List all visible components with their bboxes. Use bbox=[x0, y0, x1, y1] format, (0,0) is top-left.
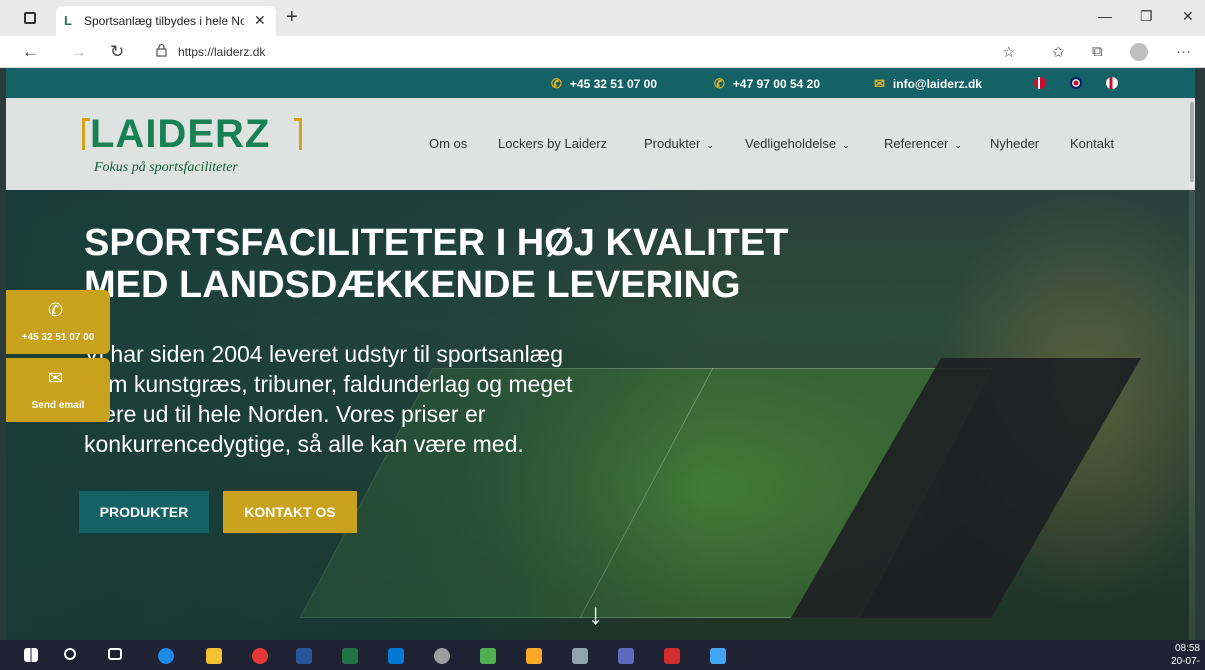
side-call-button[interactable]: ✆ +45 32 51 07 00 bbox=[6, 290, 110, 354]
browser-tab[interactable]: L Sportsanlæg tilbydes i hele Nord ✕ bbox=[56, 6, 276, 36]
eset-icon[interactable] bbox=[434, 648, 450, 664]
chart-app-icon[interactable] bbox=[710, 648, 726, 664]
mail-icon: ✉ bbox=[874, 76, 885, 91]
hero-lead-line-3: mere ud til hele Norden. Vores priser er bbox=[84, 401, 486, 427]
hero-headline-line-2: MED LANDSDÆKKENDE LEVERING bbox=[84, 264, 741, 306]
file-explorer-icon[interactable] bbox=[206, 648, 222, 664]
nav-kontakt[interactable]: Kontakt bbox=[1070, 136, 1114, 151]
windows-start-icon[interactable] bbox=[24, 648, 38, 662]
website-viewport: ✆ +45 32 51 07 00 ✆ +47 97 00 54 20 ✉ info@… bbox=[6, 68, 1195, 640]
kontakt-os-button[interactable]: KONTAKT OS bbox=[223, 491, 357, 533]
nav-referencer-label: Referencer bbox=[884, 136, 949, 151]
produkter-button[interactable]: PRODUKTER bbox=[79, 491, 209, 533]
chevron-down-icon: ⌄ bbox=[954, 140, 962, 150]
nav-lockers[interactable]: Lockers by Laiderz bbox=[498, 136, 607, 151]
site-favicon-icon: L bbox=[64, 13, 72, 28]
browser-tab-bar: L Sportsanlæg tilbydes i hele Nord ✕ + —… bbox=[0, 0, 1205, 36]
phone-icon: ✆ bbox=[48, 300, 64, 320]
word-icon[interactable] bbox=[296, 648, 312, 664]
read-aloud-icon[interactable]: ☆ bbox=[1002, 43, 1015, 61]
hero-lead-line-4: konkurrencedygtige, så alle kan være med… bbox=[84, 431, 524, 457]
nav-produkter[interactable]: Produkter ⌄ bbox=[644, 136, 714, 151]
chevron-down-icon: ⌄ bbox=[706, 140, 714, 150]
topbar-email[interactable]: ✉ info@laiderz.dk bbox=[874, 76, 982, 92]
logo-name: LAIDERZ bbox=[90, 112, 271, 156]
outlook-icon[interactable] bbox=[388, 648, 404, 664]
hero-lead-line-2: som kunstgræs, tribuner, faldunderlag og… bbox=[84, 371, 573, 397]
nav-om-os[interactable]: Om os bbox=[429, 136, 467, 151]
side-mail-label: Send email bbox=[31, 400, 85, 411]
hero-lead: Vi har siden 2004 leveret udstyr til spo… bbox=[84, 339, 684, 459]
phone-no-text: +47 97 00 54 20 bbox=[732, 77, 820, 91]
lock-icon bbox=[156, 44, 167, 57]
nav-vedligeholdelse-label: Vedligeholdelse bbox=[745, 136, 837, 151]
address-bar: ← → ↻ https://laiderz.dk ☆ ✩ ⧉ ··· bbox=[0, 36, 1205, 68]
mail-icon: ✉ bbox=[48, 368, 64, 388]
favorites-icon[interactable]: ✩ bbox=[1052, 43, 1065, 61]
scrollbar-thumb[interactable] bbox=[1190, 102, 1194, 182]
forward-icon[interactable]: → bbox=[70, 42, 87, 62]
logo-tagline: Fokus på sportsfaciliteter bbox=[94, 160, 238, 175]
app-s-icon[interactable] bbox=[480, 648, 496, 664]
url-input[interactable]: https://laiderz.dk bbox=[178, 45, 265, 59]
chrome-icon[interactable] bbox=[252, 648, 268, 664]
nav-vedligeholdelse[interactable]: Vedligeholdelse ⌄ bbox=[745, 136, 850, 151]
flag-uk-icon[interactable] bbox=[1070, 77, 1082, 89]
sticky-notes-icon[interactable] bbox=[526, 648, 542, 664]
back-icon[interactable]: ← bbox=[22, 42, 39, 62]
clock-date: 20-07-2021 bbox=[1171, 656, 1200, 670]
minimize-icon[interactable]: — bbox=[1098, 8, 1112, 24]
hero-headline-line-1: SPORTSFACILITETER I HØJ KVALITET bbox=[84, 222, 789, 264]
phone-dk-text: +45 32 51 07 00 bbox=[569, 77, 657, 91]
snipping-tool-icon[interactable] bbox=[572, 648, 588, 664]
acrobat-icon[interactable] bbox=[664, 648, 680, 664]
flag-denmark-icon[interactable] bbox=[1034, 77, 1046, 89]
logo-bracket-left bbox=[82, 118, 90, 150]
excel-icon[interactable] bbox=[342, 648, 358, 664]
more-menu-icon[interactable]: ··· bbox=[1176, 43, 1191, 60]
phone-icon: ✆ bbox=[551, 76, 562, 91]
tab-title: Sportsanlæg tilbydes i hele Nord bbox=[84, 14, 244, 28]
phone-icon: ✆ bbox=[714, 76, 725, 91]
site-logo[interactable]: LAIDERZ bbox=[82, 112, 307, 158]
hero-headline: SPORTSFACILITETER I HØJ KVALITET MED LAN… bbox=[84, 222, 844, 306]
profile-avatar[interactable] bbox=[1130, 43, 1148, 61]
search-icon[interactable] bbox=[64, 648, 76, 660]
close-window-icon[interactable]: ✕ bbox=[1182, 8, 1194, 25]
tab-close-icon[interactable]: ✕ bbox=[254, 12, 266, 29]
nav-nyheder[interactable]: Nyheder bbox=[990, 136, 1039, 151]
topbar-phone-no[interactable]: ✆ +47 97 00 54 20 bbox=[714, 76, 820, 92]
collections-icon[interactable]: ⧉ bbox=[1092, 43, 1103, 60]
clock-time: 08:58 bbox=[1174, 643, 1200, 654]
refresh-icon[interactable]: ↻ bbox=[110, 42, 124, 62]
scroll-down-arrow-icon[interactable]: ↓ bbox=[588, 598, 603, 632]
side-call-label: +45 32 51 07 00 bbox=[21, 332, 95, 343]
flag-faroe-icon[interactable] bbox=[1106, 77, 1118, 89]
edge-icon[interactable] bbox=[158, 648, 174, 664]
nav-produkter-label: Produkter bbox=[644, 136, 701, 151]
windows-taskbar: 08:58 20-07-2021 bbox=[0, 640, 1205, 670]
email-text: info@laiderz.dk bbox=[892, 77, 982, 91]
new-tab-icon[interactable]: + bbox=[286, 6, 298, 29]
nav-referencer[interactable]: Referencer ⌄ bbox=[884, 136, 962, 151]
system-clock[interactable]: 08:58 20-07-2021 bbox=[1150, 642, 1200, 670]
task-view-icon[interactable] bbox=[108, 648, 122, 660]
side-email-button[interactable]: ✉ Send email bbox=[6, 358, 110, 422]
restore-icon[interactable]: ❐ bbox=[1140, 8, 1153, 25]
tab-actions-icon[interactable] bbox=[24, 12, 36, 24]
logo-bracket-right bbox=[294, 118, 302, 150]
chevron-down-icon: ⌄ bbox=[842, 140, 850, 150]
contact-topbar: ✆ +45 32 51 07 00 ✆ +47 97 00 54 20 ✉ info@… bbox=[6, 68, 1195, 98]
hero-lead-line-1: Vi har siden 2004 leveret udstyr til spo… bbox=[84, 341, 564, 367]
teams-icon[interactable] bbox=[618, 648, 634, 664]
topbar-phone-dk[interactable]: ✆ +45 32 51 07 00 bbox=[551, 76, 657, 92]
